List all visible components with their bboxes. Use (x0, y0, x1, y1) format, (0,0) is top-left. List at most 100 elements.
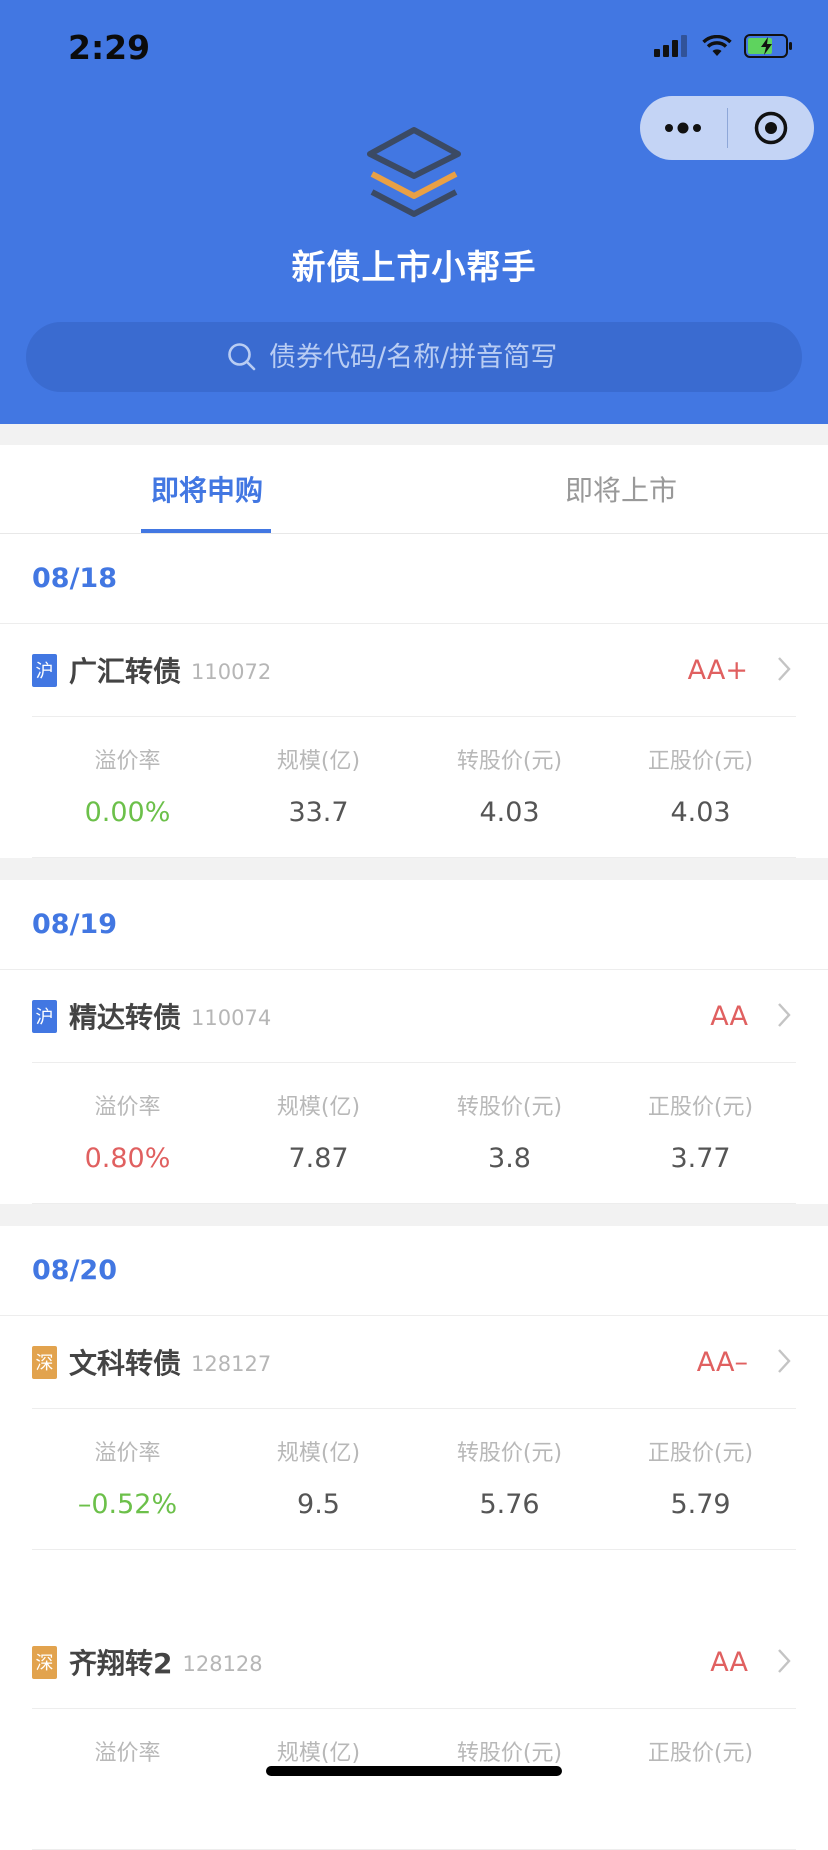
stat-label: 转股价(元) (456, 749, 563, 774)
stat-value: 0.00% (84, 797, 171, 828)
bond-list: 08/18 沪 广汇转债 110072 AA+ 溢价率 0.00% 规模(亿) … (0, 534, 828, 1850)
bond-name: 精达转债 (69, 1001, 182, 1034)
bond-stats: 溢价率 规模(亿) 转股价(元) 正股价(元) (32, 1709, 796, 1850)
stat-value: 3.8 (488, 1143, 531, 1174)
stat-label: 溢价率 (94, 1741, 161, 1766)
bond-header-row[interactable]: 深 文科转债 128127 AA– (32, 1316, 796, 1409)
stat-scale: 规模(亿) 33.7 (223, 717, 414, 857)
stat-conversion-price: 转股价(元) (414, 1709, 605, 1849)
status-time: 2:29 (68, 28, 151, 67)
stat-stock-price: 正股价(元) 4.03 (605, 717, 796, 857)
stat-conversion-price: 转股价(元) 3.8 (414, 1063, 605, 1203)
stat-premium: 溢价率 0.80% (32, 1063, 223, 1203)
section-gap (0, 1204, 828, 1226)
credit-rating: AA– (696, 1346, 748, 1378)
stat-label: 溢价率 (94, 1095, 161, 1120)
stat-label: 正股价(元) (647, 1095, 754, 1120)
stat-premium: 溢价率 (32, 1709, 223, 1849)
close-miniprogram-button[interactable] (728, 96, 815, 160)
bond-name: 齐翔转2 (69, 1647, 173, 1680)
bond-card[interactable]: 沪 精达转债 110074 AA 溢价率 0.80% 规模(亿) 7.87 转股… (0, 970, 828, 1204)
stat-label: 转股价(元) (456, 1095, 563, 1120)
stat-conversion-price: 转股价(元) 4.03 (414, 717, 605, 857)
miniprogram-capsule (640, 96, 814, 160)
section-gap (0, 858, 828, 880)
stat-stock-price: 正股价(元) 3.77 (605, 1063, 796, 1203)
stat-value: 33.7 (288, 797, 349, 828)
search-input[interactable] (267, 340, 601, 374)
date-header: 08/18 (0, 534, 828, 624)
bond-stats: 溢价率 0.80% 规模(亿) 7.87 转股价(元) 3.8 正股价(元) 3… (32, 1063, 796, 1204)
market-badge: 沪 (32, 653, 57, 687)
stat-label: 规模(亿) (276, 1741, 361, 1766)
stat-value: 4.03 (479, 797, 540, 828)
stat-label: 规模(亿) (276, 1441, 361, 1466)
row-spacer (0, 1550, 828, 1616)
stat-conversion-price: 转股价(元) 5.76 (414, 1409, 605, 1549)
market-badge: 深 (32, 1645, 57, 1679)
bond-name: 广汇转债 (69, 655, 182, 688)
bond-code: 110072 (191, 660, 272, 684)
bond-header-row[interactable]: 沪 精达转债 110074 AA (32, 970, 796, 1063)
more-icon (665, 122, 702, 134)
tab-bar: 即将申购 即将上市 (0, 445, 828, 534)
chevron-right-icon (778, 657, 791, 681)
stat-label: 正股价(元) (647, 1741, 754, 1766)
target-icon (754, 111, 787, 145)
tab-upcoming-subscription[interactable]: 即将申购 (0, 445, 414, 533)
bond-code: 128127 (191, 1352, 272, 1376)
stat-value: 7.87 (288, 1143, 349, 1174)
stat-label: 规模(亿) (276, 1095, 361, 1120)
wifi-icon (702, 35, 732, 56)
bond-card[interactable]: 深 齐翔转2 128128 AA 溢价率 规模(亿) 转股价(元) 正股价(元) (0, 1616, 828, 1850)
signal-icon (654, 35, 687, 57)
stat-label: 溢价率 (94, 749, 161, 774)
stat-label: 溢价率 (94, 1441, 161, 1466)
stat-value: –0.52% (77, 1489, 178, 1520)
stat-label: 转股价(元) (456, 1741, 563, 1766)
credit-rating: AA+ (687, 654, 748, 686)
search-bar[interactable] (26, 322, 802, 392)
stat-scale: 规模(亿) 7.87 (223, 1063, 414, 1203)
date-header: 08/20 (0, 1226, 828, 1316)
stat-value: 5.79 (670, 1489, 731, 1520)
section-gap (0, 424, 828, 445)
stat-scale: 规模(亿) (223, 1709, 414, 1849)
chevron-right-icon (778, 1349, 791, 1373)
app-logo-icon (367, 127, 461, 217)
bond-header-row[interactable]: 深 齐翔转2 128128 AA (32, 1616, 796, 1709)
header: 2:29 新债上市小帮手 债券代码/名称/拼音简写 (0, 0, 828, 424)
stat-value: 4.03 (670, 797, 731, 828)
stat-stock-price: 正股价(元) 5.79 (605, 1409, 796, 1549)
market-badge: 深 (32, 1345, 57, 1379)
market-badge: 沪 (32, 999, 57, 1033)
stat-value: 0.80% (84, 1143, 171, 1174)
bond-code: 110074 (191, 1006, 272, 1030)
date-header: 08/19 (0, 880, 828, 970)
stat-label: 正股价(元) (647, 749, 754, 774)
bond-card[interactable]: 沪 广汇转债 110072 AA+ 溢价率 0.00% 规模(亿) 33.7 转… (0, 624, 828, 858)
home-indicator[interactable] (266, 1766, 562, 1776)
stat-label: 规模(亿) (276, 749, 361, 774)
credit-rating: AA (710, 1646, 748, 1678)
bond-card[interactable]: 深 文科转债 128127 AA– 溢价率 –0.52% 规模(亿) 9.5 转… (0, 1316, 828, 1550)
stat-label: 转股价(元) (456, 1441, 563, 1466)
tab-upcoming-listing[interactable]: 即将上市 (414, 445, 828, 533)
credit-rating: AA (710, 1000, 748, 1032)
status-icons (654, 34, 794, 58)
battery-icon (744, 34, 792, 58)
bond-name: 文科转债 (69, 1347, 182, 1380)
more-button[interactable] (640, 96, 727, 160)
stat-value: 9.5 (297, 1489, 340, 1520)
search-icon (228, 343, 256, 371)
bond-stats: 溢价率 –0.52% 规模(亿) 9.5 转股价(元) 5.76 正股价(元) … (32, 1409, 796, 1550)
stat-premium: 溢价率 –0.52% (32, 1409, 223, 1549)
stat-label: 正股价(元) (647, 1441, 754, 1466)
stat-value: 5.76 (479, 1489, 540, 1520)
stat-value: 3.77 (670, 1143, 731, 1174)
stat-scale: 规模(亿) 9.5 (223, 1409, 414, 1549)
bond-stats: 溢价率 0.00% 规模(亿) 33.7 转股价(元) 4.03 正股价(元) … (32, 717, 796, 858)
stat-premium: 溢价率 0.00% (32, 717, 223, 857)
bond-header-row[interactable]: 沪 广汇转债 110072 AA+ (32, 624, 796, 717)
app-title: 新债上市小帮手 (291, 248, 537, 288)
